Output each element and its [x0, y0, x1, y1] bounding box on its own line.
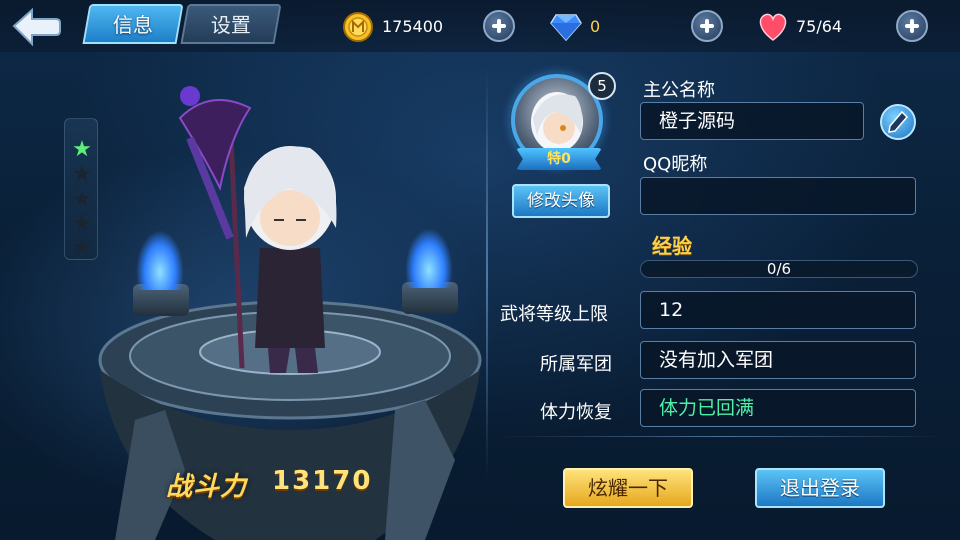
stamina-recovery-value: 体力已回满	[640, 389, 916, 427]
diamond-value: 0	[590, 17, 601, 36]
add-gold-button[interactable]	[483, 10, 515, 42]
edit-name-button[interactable]	[880, 104, 916, 140]
star-filled-icon: ★	[72, 137, 92, 162]
exp-progress-text: 0/6	[766, 260, 792, 278]
lord-name-field[interactable]: 橙子源码	[640, 102, 864, 140]
back-arrow-icon	[12, 7, 61, 47]
bottom-divider	[500, 436, 946, 437]
combat-power-value: 13170	[272, 466, 373, 496]
heart-icon	[759, 13, 787, 41]
legion-value: 没有加入军团	[640, 341, 916, 379]
diamond-counter: 0	[550, 14, 670, 41]
gold-counter: 175400	[342, 12, 492, 42]
star-empty-icon: ★	[72, 211, 92, 236]
stamina-recovery-label: 体力恢复	[540, 402, 612, 423]
lord-name-label: 主公名称	[643, 80, 715, 101]
legion-label: 所属军团	[540, 354, 612, 375]
tab-info[interactable]: 信息	[82, 4, 184, 44]
right-blue-flame	[405, 228, 453, 288]
stamina-counter: 75/64	[756, 13, 886, 41]
stamina-value: 75/64	[796, 17, 843, 36]
general-level-cap-value: 12	[640, 291, 916, 329]
logout-button[interactable]: 退出登录	[755, 468, 885, 508]
exp-label: 经验	[652, 234, 692, 258]
gold-coin-icon	[343, 12, 373, 42]
show-off-button[interactable]: 炫耀一下	[563, 468, 693, 508]
pencil-icon	[888, 110, 909, 133]
hero-star-rating: ★ ★ ★ ★ ★	[64, 118, 98, 260]
hero-character	[178, 86, 337, 373]
star-empty-icon: ★	[72, 162, 92, 187]
star-empty-icon: ★	[72, 187, 92, 212]
back-button[interactable]	[10, 6, 62, 48]
add-stamina-button[interactable]	[896, 10, 928, 42]
add-diamond-button[interactable]	[691, 10, 723, 42]
vip-badge: 特0	[516, 148, 602, 170]
tab-settings[interactable]: 设置	[180, 4, 282, 44]
combat-power-label: 战斗力	[166, 472, 248, 502]
qq-nickname-field[interactable]	[640, 177, 916, 215]
player-level-badge: 5	[588, 72, 616, 100]
gold-value: 175400	[382, 17, 444, 36]
change-avatar-button[interactable]: 修改头像	[512, 184, 610, 218]
qq-nickname-label: QQ昵称	[643, 154, 708, 175]
general-level-cap-label: 武将等级上限	[500, 304, 608, 325]
star-empty-icon: ★	[72, 235, 92, 260]
panel-divider	[486, 68, 488, 478]
diamond-icon	[550, 14, 582, 41]
